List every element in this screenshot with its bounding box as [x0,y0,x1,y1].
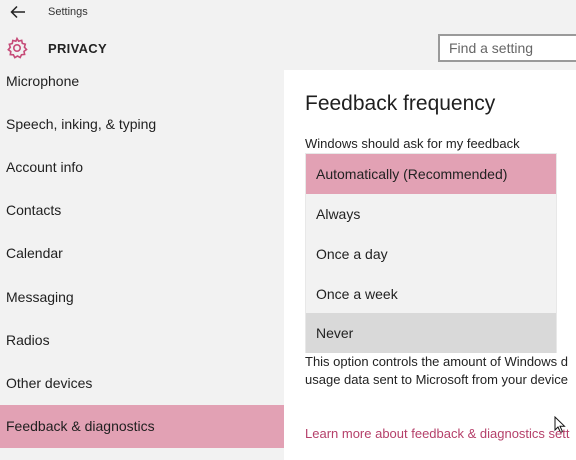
description-line-1: This option controls the amount of Windo… [305,354,569,369]
sidebar-item-other-devices[interactable]: Other devices [0,362,284,405]
feedback-frequency-dropdown[interactable]: Automatically (Recommended) Always Once … [305,153,566,434]
sidebar-item-feedback-diagnostics[interactable]: Feedback & diagnostics [0,405,284,448]
sidebar-item-microphone[interactable]: Microphone [0,60,284,103]
option-never[interactable]: Never [306,313,556,353]
description-text: This option controls the amount of Windo… [305,353,576,389]
window-title: Settings [48,6,88,18]
sidebar-item-contacts[interactable]: Contacts [0,189,284,232]
description-line-2: usage data sent to Microsoft from your d… [305,372,569,387]
sidebar-item-radios[interactable]: Radios [0,319,284,362]
sidebar-item-calendar[interactable]: Calendar [0,232,284,275]
option-once-a-week[interactable]: Once a week [306,274,556,314]
sidebar-item-account-info[interactable]: Account info [0,146,284,189]
section-title: Feedback frequency [305,92,496,115]
sidebar-item-messaging[interactable]: Messaging [0,276,284,319]
search-box[interactable] [438,34,576,62]
title-bar: Settings [0,0,576,26]
gear-icon [5,36,29,60]
back-arrow-icon[interactable] [8,2,28,22]
learn-more-link[interactable]: Learn more about feedback & diagnostics … [305,426,570,441]
sidebar: Microphone Speech, inking, & typing Acco… [0,70,284,460]
feedback-frequency-label: Windows should ask for my feedback [305,136,520,151]
option-once-a-day[interactable]: Once a day [306,234,556,274]
main-content: Feedback frequency Windows should ask fo… [284,70,576,460]
search-input[interactable] [440,36,576,60]
option-always[interactable]: Always [306,194,556,234]
sidebar-item-speech-inking-typing[interactable]: Speech, inking, & typing [0,103,284,146]
page-title: PRIVACY [48,41,107,56]
option-automatically[interactable]: Automatically (Recommended) [306,154,556,194]
